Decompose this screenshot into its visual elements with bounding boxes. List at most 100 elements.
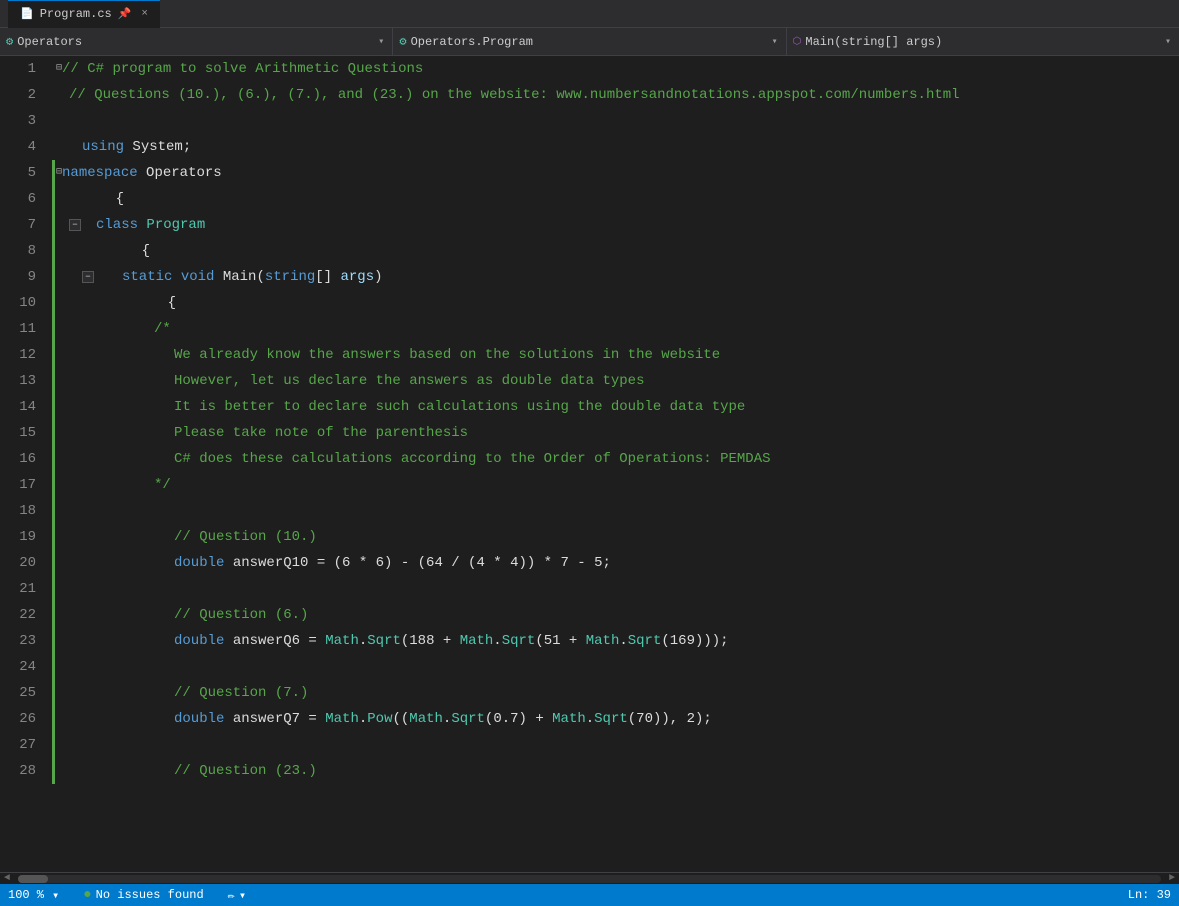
code-line-8: { <box>56 238 1179 264</box>
line-num-2: 2 <box>8 82 36 108</box>
kw-static: static <box>122 264 172 290</box>
green-bar-20 <box>52 550 55 576</box>
scroll-left[interactable]: ◄ <box>0 873 14 884</box>
code-area[interactable]: ⊟ // C# program to solve Arithmetic Ques… <box>48 56 1179 872</box>
title-bar: 📄 Program.cs 📌 × <box>0 0 1179 28</box>
issues-text: No issues found <box>96 888 204 902</box>
line-num-22: 22 <box>8 602 36 628</box>
line-numbers: 1 2 3 4 5 6 7 8 9 10 11 12 13 14 15 16 1… <box>0 56 48 872</box>
line-num-17: 17 <box>8 472 36 498</box>
collapse-class[interactable]: − <box>69 219 81 231</box>
green-bar-13 <box>52 368 55 394</box>
scroll-right[interactable]: ► <box>1165 873 1179 884</box>
green-bar-23 <box>52 628 55 654</box>
line-num-25: 25 <box>8 680 36 706</box>
code-line-28: // Question (23.) <box>56 758 1179 784</box>
code-line-23: double answerQ6 = Math . Sqrt (188 + Mat… <box>56 628 1179 654</box>
file-icon: 📄 <box>20 7 34 21</box>
ln-col: Ln: 39 <box>1128 888 1171 902</box>
line-num-5: 5 <box>8 160 36 186</box>
line-num-12: 12 <box>8 342 36 368</box>
line-num-24: 24 <box>8 654 36 680</box>
code-line-18 <box>56 498 1179 524</box>
green-bar-7 <box>52 212 55 238</box>
zoom-dropdown[interactable]: ▾ <box>52 888 59 903</box>
green-bar-25 <box>52 680 55 706</box>
nav-section-operators[interactable]: ⚙ Operators ▾ <box>0 28 393 56</box>
main-icon: ⬡ <box>793 36 802 48</box>
kw-using: using <box>82 134 124 160</box>
zoom-level[interactable]: 100 % <box>8 888 44 902</box>
green-bar-6 <box>52 186 55 212</box>
green-bar-5 <box>52 160 55 186</box>
collapse-method[interactable]: − <box>82 271 94 283</box>
code-line-11: /* <box>56 316 1179 342</box>
code-line-10: { <box>56 290 1179 316</box>
code-line-27 <box>56 732 1179 758</box>
code-line-3 <box>56 108 1179 134</box>
tab-pin: 📌 <box>118 7 132 21</box>
nav-section-program[interactable]: ⚙ Operators.Program ▾ <box>393 28 786 56</box>
kw-class: class <box>96 212 138 238</box>
line-num-28: 28 <box>8 758 36 784</box>
code-line-25: // Question (7.) <box>56 680 1179 706</box>
pencil-dropdown[interactable]: ▾ <box>239 888 246 903</box>
line-num-27: 27 <box>8 732 36 758</box>
line-num-4: 4 <box>8 134 36 160</box>
math-sqrt-4: Math <box>409 706 443 732</box>
status-issues: ● No issues found <box>75 887 211 903</box>
file-tab[interactable]: 📄 Program.cs 📌 × <box>8 0 160 28</box>
green-bar-11 <box>52 316 55 342</box>
comment-end: */ <box>154 472 171 498</box>
green-bar-14 <box>52 394 55 420</box>
comment-q6: // Question (6.) <box>174 602 308 628</box>
code-line-19: // Question (10.) <box>56 524 1179 550</box>
comment-q10: // Question (10.) <box>174 524 317 550</box>
kw-double-23: double <box>174 628 224 654</box>
tab-label: Program.cs <box>40 7 112 21</box>
line-num-8: 8 <box>8 238 36 264</box>
nav-arrow-3: ▾ <box>1165 36 1171 48</box>
comment-line1: // C# program to solve Arithmetic Questi… <box>62 56 423 82</box>
nav-operators-text: Operators <box>17 35 82 49</box>
line-num-15: 15 <box>8 420 36 446</box>
nav-section-main[interactable]: ⬡ Main(string[] args) ▾ <box>787 28 1179 56</box>
line-num-3: 3 <box>8 108 36 134</box>
class-name: Program <box>146 212 205 238</box>
scrollbar-thumb[interactable] <box>18 875 48 883</box>
green-bar-24 <box>52 654 55 680</box>
code-line-14: It is better to declare such calculation… <box>56 394 1179 420</box>
green-bar-15 <box>52 420 55 446</box>
green-bar-12 <box>52 342 55 368</box>
green-bar-16 <box>52 446 55 472</box>
comment-start: /* <box>154 316 171 342</box>
program-icon: ⚙ <box>399 34 406 49</box>
green-bar-27 <box>52 732 55 758</box>
code-line-24 <box>56 654 1179 680</box>
line-num-6: 6 <box>8 186 36 212</box>
comment-13: However, let us declare the answers as d… <box>174 368 644 394</box>
nav-arrow-2: ▾ <box>772 36 778 48</box>
math-sqrt-5: Math <box>552 706 586 732</box>
line-num-26: 26 <box>8 706 36 732</box>
code-line-20: double answerQ10 = (6 * 6) - (64 / (4 * … <box>56 550 1179 576</box>
scrollbar-area[interactable]: ◄ ► <box>0 872 1179 884</box>
pencil-icon: ✏ <box>228 888 235 903</box>
comment-q7: // Question (7.) <box>174 680 308 706</box>
tab-close-button[interactable]: × <box>141 8 148 20</box>
line-num-7: 7 <box>8 212 36 238</box>
math-sqrt-method-1: Sqrt <box>367 628 401 654</box>
kw-double-20: double <box>174 550 224 576</box>
line-num-20: 20 <box>8 550 36 576</box>
code-line-6: { <box>56 186 1179 212</box>
nav-main-text: Main(string[] args) <box>805 35 942 49</box>
code-line-9: − static void Main( string [] args ) <box>56 264 1179 290</box>
comment-15: Please take note of the parenthesis <box>174 420 468 446</box>
code-line-22: // Question (6.) <box>56 602 1179 628</box>
kw-double-26: double <box>174 706 224 732</box>
math-pow-method: Pow <box>367 706 392 732</box>
operators-icon: ⚙ <box>6 34 13 49</box>
green-bar-26 <box>52 706 55 732</box>
scrollbar-track[interactable] <box>18 875 1161 883</box>
line-num-9: 9 <box>8 264 36 290</box>
